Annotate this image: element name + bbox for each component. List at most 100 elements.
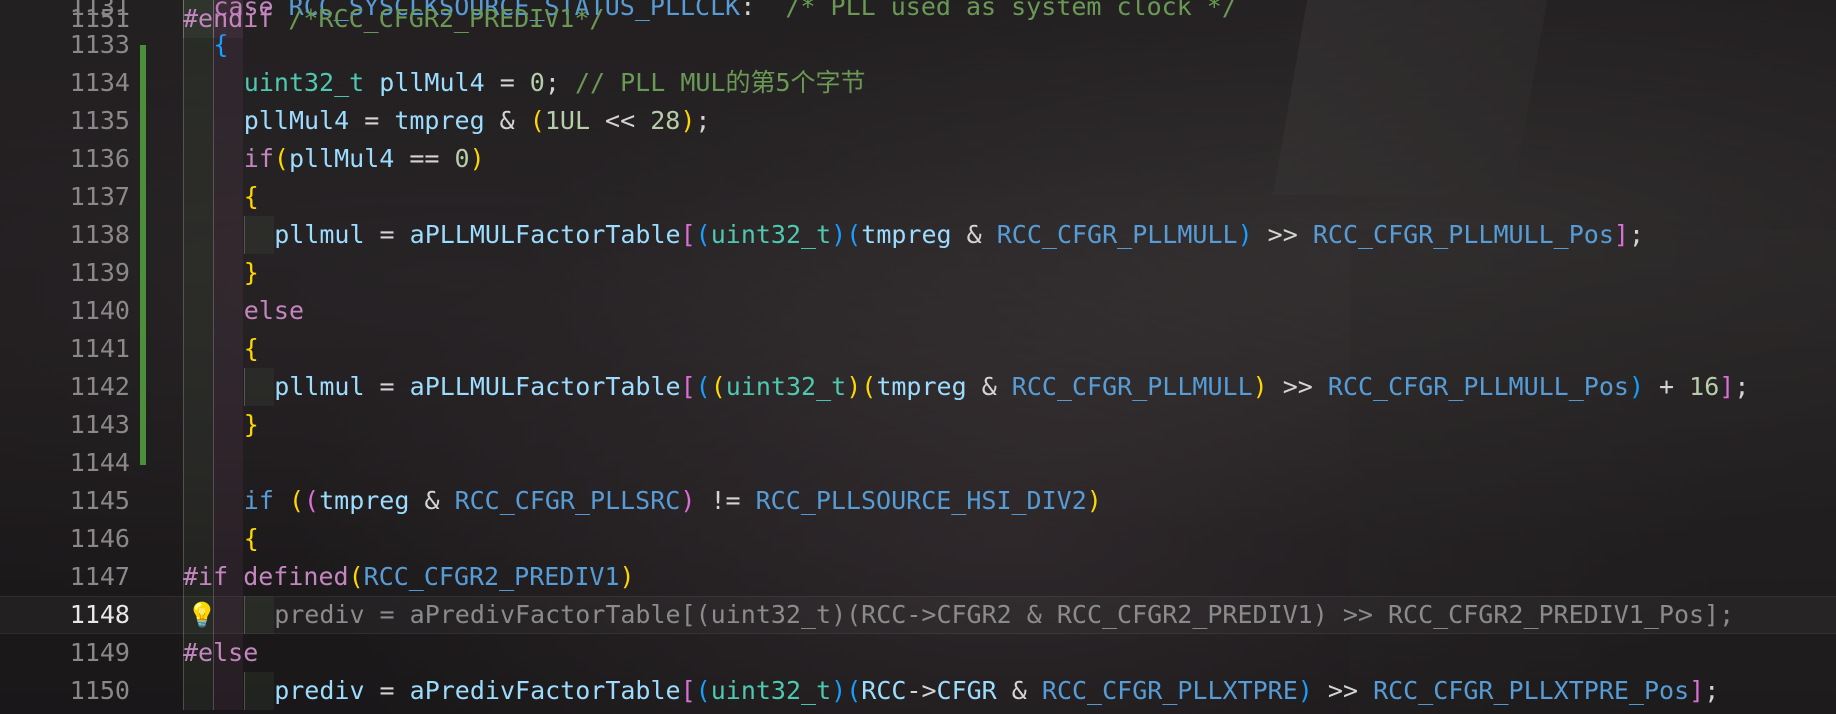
- code-token: ): [1297, 676, 1313, 705]
- code-token: ==: [394, 144, 455, 173]
- code-line[interactable]: 1134 uint32_t pllMul4 = 0; // PLL MUL的第5个…: [0, 64, 1836, 102]
- code-token: RCC_CFGR_PLLSRC: [454, 486, 681, 515]
- line-number: 1147: [69, 562, 130, 591]
- line-number: 1140: [69, 296, 130, 325]
- code-token: ): [1628, 372, 1644, 401]
- code-text[interactable]: prediv = aPredivFactorTable[(uint32_t)(R…: [274, 596, 1734, 634]
- indent-shade: [183, 672, 213, 710]
- indent-guide: [183, 406, 184, 444]
- line-number: 1144: [69, 448, 130, 477]
- line-number: 1135: [69, 106, 130, 135]
- code-token: // PLL MUL的第5个字节: [574, 68, 866, 97]
- code-line[interactable]: 1147 #if defined(RCC_CFGR2_PREDIV1): [0, 558, 1836, 596]
- code-token: 0: [454, 144, 470, 173]
- code-text[interactable]: }: [244, 406, 259, 444]
- indent-shade: [183, 482, 213, 520]
- code-line[interactable]: 1146 {: [0, 520, 1836, 558]
- line-number: 1145: [69, 486, 130, 515]
- indent-shade: [243, 672, 274, 710]
- code-line[interactable]: 1137 {: [0, 178, 1836, 216]
- indent-shade: [243, 368, 274, 406]
- code-line[interactable]: 1144: [0, 444, 1836, 482]
- indent-shade: [243, 596, 274, 634]
- code-token: RCC_CFGR_PLLMULL_Pos: [1327, 372, 1629, 401]
- code-token: 16: [1689, 372, 1720, 401]
- code-line[interactable]: 1140 else: [0, 292, 1836, 330]
- indent-shade: [183, 520, 213, 558]
- code-token: =: [349, 106, 395, 135]
- line-number: 1146: [69, 524, 130, 553]
- code-line[interactable]: 1142 pllmul = aPLLMULFactorTable[((uint32…: [0, 368, 1836, 406]
- code-text[interactable]: #endif /*RCC_CFGR2_PREDIV1*/: [183, 0, 604, 38]
- indent-guide: [213, 330, 215, 368]
- code-token: }: [243, 410, 259, 439]
- code-text[interactable]: }: [244, 254, 259, 292]
- code-text[interactable]: pllmul = aPLLMULFactorTable[((uint32_t)(…: [274, 368, 1749, 406]
- code-token: tmpreg: [394, 106, 485, 135]
- line-number: 1137: [69, 182, 130, 211]
- code-text[interactable]: {: [244, 330, 259, 368]
- indent-guide: [213, 672, 215, 710]
- indent-guide: [183, 140, 184, 178]
- indent-shade: [213, 368, 244, 406]
- indent-guide: [183, 330, 184, 368]
- code-token: if: [243, 144, 274, 173]
- code-line[interactable]: 1151 #endif /*RCC_CFGR2_PREDIV1*/: [0, 0, 1836, 38]
- indent-guide: [243, 672, 245, 710]
- code-line[interactable]: 1139}: [0, 254, 1836, 292]
- indent-shade: [183, 216, 213, 254]
- lightbulb-icon[interactable]: 💡: [187, 603, 217, 627]
- indent-guide: [213, 520, 215, 558]
- indent-guide: [183, 482, 184, 520]
- code-token: ]: [1613, 220, 1629, 249]
- indent-guide: [183, 102, 184, 140]
- code-text[interactable]: pllmul = aPLLMULFactorTable[(uint32_t)(t…: [274, 216, 1644, 254]
- code-text[interactable]: if(pllMul4 == 0): [244, 140, 485, 178]
- indent-shade: [183, 368, 213, 406]
- indent-shade: [183, 102, 213, 140]
- code-line[interactable]: 1143}: [0, 406, 1836, 444]
- code-line[interactable]: 1135 pllMul4 = tmpreg & (1UL << 28);: [0, 102, 1836, 140]
- code-token: ): [680, 486, 696, 515]
- code-line[interactable]: 1145 if ((tmpreg & RCC_CFGR_PLLSRC) != RC…: [0, 482, 1836, 520]
- line-number: 1148: [69, 600, 130, 629]
- code-token: ;: [1734, 372, 1750, 401]
- code-text[interactable]: pllMul4 = tmpreg & (1UL << 28);: [244, 102, 711, 140]
- indent-shade: [213, 102, 244, 140]
- code-text[interactable]: {: [244, 520, 259, 558]
- code-token: aPLLMULFactorTable: [409, 220, 681, 249]
- code-token: RCC_CFGR_PLLMULL_Pos: [1312, 220, 1614, 249]
- code-token: ;: [1704, 676, 1720, 705]
- code-text[interactable]: if ((tmpreg & RCC_CFGR_PLLSRC) != RCC_PL…: [244, 482, 1102, 520]
- code-token: /*RCC_CFGR2_PREDIV1*/: [273, 4, 605, 33]
- code-token: ;: [544, 68, 575, 97]
- git-modified-indicator[interactable]: [140, 45, 146, 465]
- code-token: >>: [1252, 220, 1313, 249]
- code-text[interactable]: uint32_t pllMul4 = 0; // PLL MUL的第5个字节: [244, 64, 866, 102]
- code-line[interactable]: 1148 💡 prediv = aPredivFactorTable[(uint32…: [0, 596, 1836, 634]
- code-token: &: [996, 676, 1042, 705]
- code-text[interactable]: #if defined(RCC_CFGR2_PREDIV1): [183, 558, 635, 596]
- code-line[interactable]: 1141 {: [0, 330, 1836, 368]
- code-text[interactable]: {: [244, 178, 259, 216]
- code-token: CFGR: [936, 676, 997, 705]
- code-editor[interactable]: 1131 case RCC_SYSCLKSOURCE_STATUS_PLLCLK:…: [0, 0, 1836, 714]
- code-line[interactable]: 1150 prediv = aPredivFactorTable[(uint32_…: [0, 672, 1836, 710]
- code-token: =: [364, 372, 410, 401]
- code-line[interactable]: 1136 if(pllMul4 == 0): [0, 140, 1836, 178]
- code-token: #else: [183, 638, 259, 667]
- code-token: pllMul4: [288, 144, 395, 173]
- indent-shade: [243, 216, 274, 254]
- code-token: [: [680, 220, 696, 249]
- code-text[interactable]: else: [244, 292, 304, 330]
- code-line[interactable]: 1149 #else: [0, 634, 1836, 672]
- code-token: tmpreg: [876, 372, 967, 401]
- code-token: pllMul4: [243, 106, 350, 135]
- code-text[interactable]: prediv = aPredivFactorTable[(uint32_t)(R…: [274, 672, 1719, 710]
- indent-guide: [213, 140, 215, 178]
- code-token: aPLLMULFactorTable: [409, 372, 681, 401]
- code-text[interactable]: #else: [183, 634, 258, 672]
- code-token: (: [846, 676, 862, 705]
- code-token: (: [861, 372, 877, 401]
- code-line[interactable]: 1138 pllmul = aPLLMULFactorTable[(uint32_…: [0, 216, 1836, 254]
